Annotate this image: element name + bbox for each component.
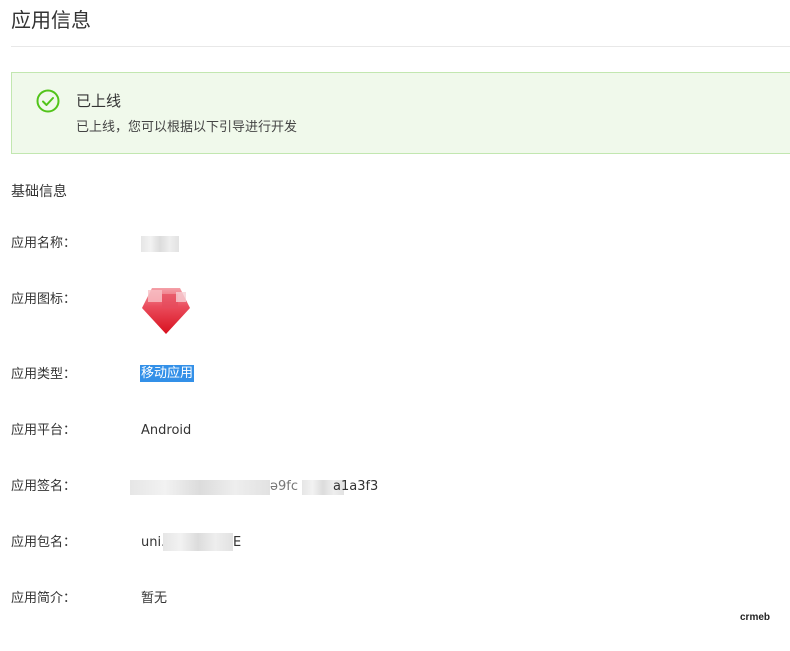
check-circle-icon (36, 89, 60, 113)
app-icon-image (142, 288, 190, 334)
app-package-redacted (163, 533, 233, 551)
app-signature-value-mid: ə9fc (270, 479, 298, 494)
app-intro-label: 应用简介： (11, 591, 77, 606)
app-package-value-suffix: E (233, 535, 242, 550)
app-signature-label: 应用签名： (11, 479, 77, 494)
alert-description: 已上线，您可以根据以下引导进行开发 (76, 120, 298, 135)
section-title: 基础信息 (11, 184, 67, 200)
app-type-label: 应用类型： (11, 367, 77, 382)
app-intro-value: 暂无 (141, 591, 168, 606)
app-name-label: 应用名称： (11, 236, 77, 251)
app-signature-redacted-1 (130, 480, 270, 495)
alert-title: 已上线 (76, 92, 122, 110)
status-alert: 已上线 已上线，您可以根据以下引导进行开发 (11, 72, 790, 154)
app-info-page: 应用信息 已上线 已上线，您可以根据以下引导进行开发 基础信息 应用名称： 应用… (0, 0, 790, 651)
title-divider (11, 46, 790, 47)
app-name-value-redacted (141, 236, 179, 252)
app-type-value: 移动应用 (140, 365, 195, 383)
app-package-label: 应用包名： (11, 535, 77, 550)
app-type-value-text: 移动应用 (140, 365, 195, 382)
app-signature-value-suffix: a1a3f3 (333, 479, 379, 494)
page-title: 应用信息 (11, 8, 91, 32)
app-package-value-prefix: uni. (141, 535, 166, 550)
app-platform-label: 应用平台： (11, 423, 77, 438)
watermark-logo: crmeb (739, 612, 770, 623)
app-icon-label: 应用图标： (11, 292, 77, 307)
app-platform-value: Android (141, 423, 192, 438)
